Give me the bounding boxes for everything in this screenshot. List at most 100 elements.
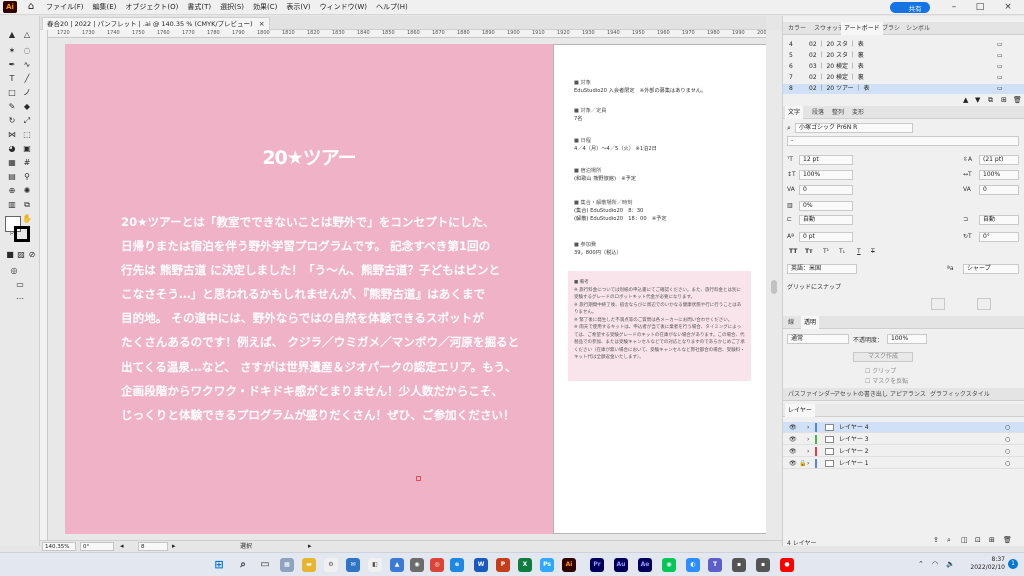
vertical-scrollbar[interactable]: [766, 30, 782, 540]
tab-brushes[interactable]: ブラシ: [879, 22, 903, 35]
app-icon[interactable]: ◉: [410, 558, 424, 572]
font-search-icon[interactable]: ⌕: [787, 124, 791, 133]
file-explorer-icon[interactable]: ▬: [302, 558, 316, 572]
menu-view[interactable]: 表示(V): [286, 2, 310, 12]
invert-mask-checkbox[interactable]: ☐ マスクを反転: [865, 376, 908, 385]
tab-layers[interactable]: レイヤー: [785, 404, 815, 417]
mail-icon[interactable]: ✉: [346, 558, 360, 572]
visibility-icon[interactable]: 👁: [789, 446, 797, 457]
font-size-field[interactable]: 12 pt: [799, 155, 853, 165]
artboard-cover[interactable]: 20★ツアー 20★ツアーとは「教室でできないことは野外で」をコンセプトにした、…: [65, 44, 553, 534]
hand-tool-icon[interactable]: ✋: [21, 214, 33, 224]
chrome-icon[interactable]: ◎: [430, 558, 444, 572]
visibility-icon[interactable]: 👁: [789, 434, 797, 445]
zoom-icon[interactable]: ◐: [686, 558, 700, 572]
vertical-scale-field[interactable]: 100%: [799, 170, 853, 180]
zoom-field[interactable]: 140.35%: [42, 542, 76, 551]
start-icon[interactable]: ⊞: [212, 558, 226, 572]
rotate-field[interactable]: 0°: [80, 542, 114, 551]
line-icon[interactable]: ◉: [662, 558, 676, 572]
type-tool-icon[interactable]: T: [6, 74, 18, 84]
export-icon[interactable]: ⇪: [933, 536, 939, 544]
vertical-ruler[interactable]: [40, 30, 48, 540]
live-paint-tool-icon[interactable]: ▣: [21, 144, 33, 154]
tab-artboards[interactable]: アートボード: [841, 22, 883, 35]
horizontal-ruler[interactable]: 1720 1730 1740 1750 1760 1770 1780 1790 …: [47, 30, 766, 38]
artboard-row[interactable]: 5 02 ｜ 20 スタ ｜ 裏 ▭: [783, 51, 1024, 61]
font-family-select[interactable]: 小塚ゴシック Pr6N R: [795, 123, 913, 133]
tab-graphic-styles[interactable]: グラフィックスタイル: [927, 388, 993, 401]
all-caps-button[interactable]: TT: [789, 248, 797, 255]
after-effects-icon[interactable]: Ae: [638, 558, 652, 572]
make-mask-button[interactable]: マスク作成: [853, 352, 913, 362]
artboard-row[interactable]: 7 02 ｜ 20 検定 ｜ 裏 ▭: [783, 73, 1024, 83]
pen-tool-icon[interactable]: ✒: [6, 60, 18, 70]
audition-icon[interactable]: Au: [614, 558, 628, 572]
artboard-row[interactable]: 6 03 ｜ 20 検定 ｜ 表 ▭: [783, 62, 1024, 72]
tab-asset-export[interactable]: アセットの書き出し: [831, 388, 891, 401]
layer-row[interactable]: 👁 › レイヤー 2 ○: [783, 446, 1024, 457]
lasso-tool-icon[interactable]: ◌: [21, 46, 33, 56]
artboard-options-icon[interactable]: ▭: [997, 73, 1003, 83]
status-menu-icon[interactable]: ▸: [308, 541, 312, 552]
aki-left-field[interactable]: 自動: [799, 215, 853, 225]
share-button[interactable]: 👤 共有: [890, 2, 930, 13]
horizontal-scale-field[interactable]: 100%: [979, 170, 1019, 180]
artboard-row[interactable]: 4 02 ｜ 20 スタ ｜ 表 ▭: [783, 40, 1024, 50]
blend-tool-icon[interactable]: ⊕: [6, 186, 18, 196]
edge-icon[interactable]: e: [450, 558, 464, 572]
maximize-button[interactable]: □: [972, 1, 988, 13]
scrollbar-thumb[interactable]: [771, 280, 777, 294]
store-icon[interactable]: ◧: [368, 558, 382, 572]
locate-object-icon[interactable]: ⌕: [947, 536, 951, 545]
scale-tool-icon[interactable]: ⤢: [21, 116, 33, 126]
tsume-field[interactable]: 0%: [799, 201, 853, 211]
clipping-mask-icon[interactable]: ◫: [961, 536, 968, 544]
artboard-number-field[interactable]: 8: [138, 542, 168, 551]
target-icon[interactable]: ○: [1005, 458, 1010, 469]
leading-field[interactable]: (21 pt): [979, 155, 1019, 165]
record-icon[interactable]: ●: [780, 558, 794, 572]
powerpoint-icon[interactable]: P: [496, 558, 510, 572]
direct-selection-tool-icon[interactable]: △: [21, 30, 33, 40]
column-graph-tool-icon[interactable]: ▥: [6, 200, 18, 210]
excel-icon[interactable]: X: [518, 558, 532, 572]
magic-wand-tool-icon[interactable]: ✶: [6, 46, 18, 56]
menu-type[interactable]: 書式(T): [187, 2, 211, 12]
blend-mode-select[interactable]: 通常: [787, 334, 849, 344]
tab-align[interactable]: 整列: [829, 106, 847, 119]
tab-appearance[interactable]: アピアランス: [887, 388, 929, 401]
layer-row-selected[interactable]: 👁 › レイヤー 4 ○: [783, 422, 1024, 433]
perspective-grid-tool-icon[interactable]: ▦: [6, 158, 18, 168]
delete-artboard-icon[interactable]: 🗑: [1013, 96, 1022, 104]
new-sublayer-icon[interactable]: ⊡: [975, 536, 981, 544]
rotate-tool-icon[interactable]: ↻: [6, 116, 18, 126]
baseline-shift-field[interactable]: 0 pt: [799, 232, 853, 242]
close-window-button[interactable]: ×: [1000, 1, 1016, 13]
text-anchor-marker[interactable]: [416, 476, 421, 481]
task-view-icon[interactable]: ▭: [258, 558, 272, 572]
canvas[interactable]: 20★ツアー 20★ツアーとは「教室でできないことは野外で」をコンセプトにした、…: [48, 38, 766, 540]
visibility-icon[interactable]: 👁: [789, 422, 797, 433]
artboard-options-icon[interactable]: ▭: [997, 62, 1003, 72]
app-icon[interactable]: ▲: [390, 558, 404, 572]
lock-icon[interactable]: 🔒: [799, 458, 806, 469]
artboard-options-icon[interactable]: ▭: [997, 51, 1003, 61]
tab-color[interactable]: カラー: [785, 22, 809, 35]
tab-transparency[interactable]: 透明: [801, 316, 820, 329]
rectangle-tool-icon[interactable]: □: [6, 88, 18, 98]
font-style-select[interactable]: -: [787, 136, 1019, 146]
artboard-row-selected[interactable]: 8 02 ｜ 20 ツアー ｜ 表 ▭: [783, 84, 1024, 94]
tab-transform[interactable]: 変形: [849, 106, 867, 119]
kerning-field[interactable]: 0: [799, 185, 853, 195]
subscript-button[interactable]: T₁: [839, 248, 845, 255]
underline-button[interactable]: T: [857, 248, 861, 255]
none-mode-icon[interactable]: ⊘: [26, 250, 38, 260]
opacity-field[interactable]: 100%: [887, 334, 927, 344]
volume-icon[interactable]: 🔈: [946, 560, 955, 568]
wifi-icon[interactable]: ◠: [932, 560, 938, 568]
search-icon[interactable]: ⌕: [236, 558, 250, 572]
language-select[interactable]: 英語：米国: [787, 264, 857, 274]
expand-icon[interactable]: ›: [807, 434, 809, 445]
tray-chevron-icon[interactable]: ⌃: [918, 560, 924, 568]
